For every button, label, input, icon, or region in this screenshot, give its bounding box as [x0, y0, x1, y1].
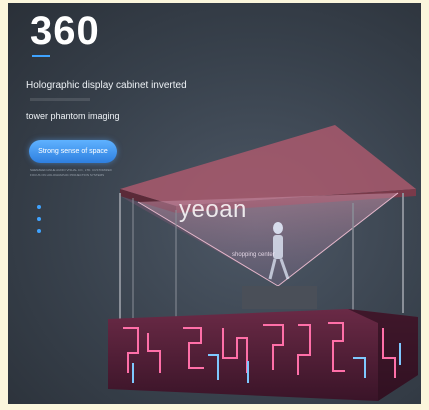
faint-divider: [30, 98, 90, 101]
brand-watermark: yeoan: [179, 196, 247, 223]
scene-sign-text: shopping center: [232, 252, 275, 258]
company-fine-print: SHENZHEN ANHE AUDIO VISUAL CO., LTD. CUS…: [30, 168, 112, 177]
dot-1: [37, 205, 41, 209]
dot-2: [37, 217, 41, 221]
pagination-dots: [37, 205, 41, 241]
product-title-line2: tower phantom imaging: [26, 111, 120, 121]
product-title-line1: Holographic display cabinet inverted: [26, 80, 187, 91]
rotation-degree-heading: 360: [30, 9, 100, 53]
dot-3: [37, 229, 41, 233]
feature-badge: Strong sense of space: [29, 140, 117, 163]
product-banner: 360 Holographic display cabinet inverted…: [8, 3, 421, 404]
heading-underline: [32, 55, 50, 57]
